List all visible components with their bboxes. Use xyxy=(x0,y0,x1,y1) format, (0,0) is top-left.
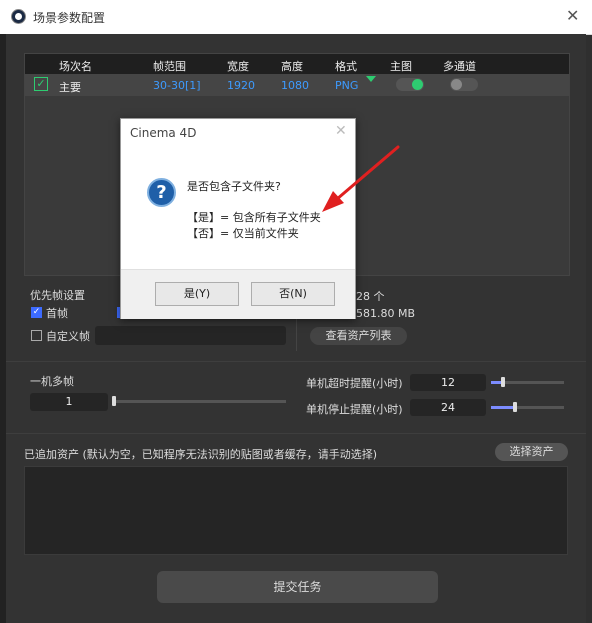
col-format: 格式 xyxy=(335,60,357,73)
timeout-input[interactable]: 12 xyxy=(410,374,486,391)
close-icon[interactable]: ✕ xyxy=(335,123,347,139)
asset-count: 28 个 xyxy=(356,290,385,303)
asset-size: 581.80 MB xyxy=(356,307,416,320)
first-frame-label: 首帧 xyxy=(46,307,68,320)
row-format[interactable]: PNG xyxy=(335,79,358,92)
submit-button[interactable]: 提交任务 xyxy=(157,571,438,603)
stop-input[interactable]: 24 xyxy=(410,399,486,416)
dialog-title: Cinema 4D xyxy=(130,126,197,140)
timeout-slider-thumb[interactable] xyxy=(501,377,505,387)
stop-slider-thumb[interactable] xyxy=(513,402,517,412)
multi-frame-slider-track[interactable] xyxy=(112,400,286,403)
multipass-toggle[interactable] xyxy=(450,78,478,91)
view-assets-button[interactable]: 查看资产列表 xyxy=(310,327,407,345)
select-assets-button[interactable]: 选择资产 xyxy=(495,443,568,461)
custom-frame-label: 自定义帧 xyxy=(46,330,90,343)
no-button[interactable]: 否(N) xyxy=(251,282,335,306)
dialog-no-explanation: 【否】= 仅当前文件夹 xyxy=(187,227,299,240)
format-dropdown-icon[interactable] xyxy=(366,76,376,82)
confirm-dialog: Cinema 4D ✕ ? 是否包含子文件夹? 【是】= 包含所有子文件夹 【否… xyxy=(120,118,356,319)
dialog-question: 是否包含子文件夹? xyxy=(187,180,281,193)
yes-button[interactable]: 是(Y) xyxy=(155,282,239,306)
priority-frame-title: 优先帧设置 xyxy=(30,289,85,302)
table-row[interactable]: ✓ 主要 30-30[1] 1920 1080 PNG xyxy=(25,74,569,96)
window-title: 场景参数配置 xyxy=(33,11,106,25)
custom-frame-input[interactable] xyxy=(95,326,286,345)
multi-frame-input[interactable]: 1 xyxy=(30,393,108,411)
added-assets-label: 已追加资产 (默认为空，已知程序无法识别的贴图或者缓存，请手动选择) xyxy=(24,448,378,461)
dialog-footer: 是(Y) 否(N) xyxy=(121,269,355,319)
table-header: 场次名 帧范围 宽度 高度 格式 主图 多通道 xyxy=(25,54,569,74)
col-multipass: 多通道 xyxy=(443,60,476,73)
row-height[interactable]: 1080 xyxy=(281,79,309,92)
multi-frame-label: 一机多帧 xyxy=(30,375,74,388)
dialog-yes-explanation: 【是】= 包含所有子文件夹 xyxy=(187,211,321,224)
first-frame-checkbox[interactable]: ✓ xyxy=(31,307,42,318)
custom-frame-checkbox[interactable] xyxy=(31,330,42,341)
stop-label: 单机停止提醒(小时) xyxy=(306,403,403,416)
stop-slider-fill xyxy=(491,406,514,409)
row-frame-range[interactable]: 30-30[1] xyxy=(153,79,201,92)
divider xyxy=(6,433,586,434)
timeout-label: 单机超时提醒(小时) xyxy=(306,377,403,390)
assets-list[interactable] xyxy=(24,466,568,555)
multi-frame-slider-thumb[interactable] xyxy=(112,396,116,406)
col-scene-name: 场次名 xyxy=(59,60,92,73)
title-bar: 场景参数配置 ✕ xyxy=(0,0,592,35)
col-main-image: 主图 xyxy=(390,60,412,73)
cinema4d-logo-icon xyxy=(11,9,26,24)
col-width: 宽度 xyxy=(227,60,249,73)
close-icon[interactable]: ✕ xyxy=(566,6,579,25)
col-height: 高度 xyxy=(281,60,303,73)
divider xyxy=(6,361,586,362)
main-image-toggle[interactable] xyxy=(396,78,424,91)
row-checkbox[interactable]: ✓ xyxy=(34,77,48,91)
row-scene-name: 主要 xyxy=(59,81,81,94)
row-width[interactable]: 1920 xyxy=(227,79,255,92)
question-icon: ? xyxy=(147,178,176,207)
col-frame-range: 帧范围 xyxy=(153,60,186,73)
